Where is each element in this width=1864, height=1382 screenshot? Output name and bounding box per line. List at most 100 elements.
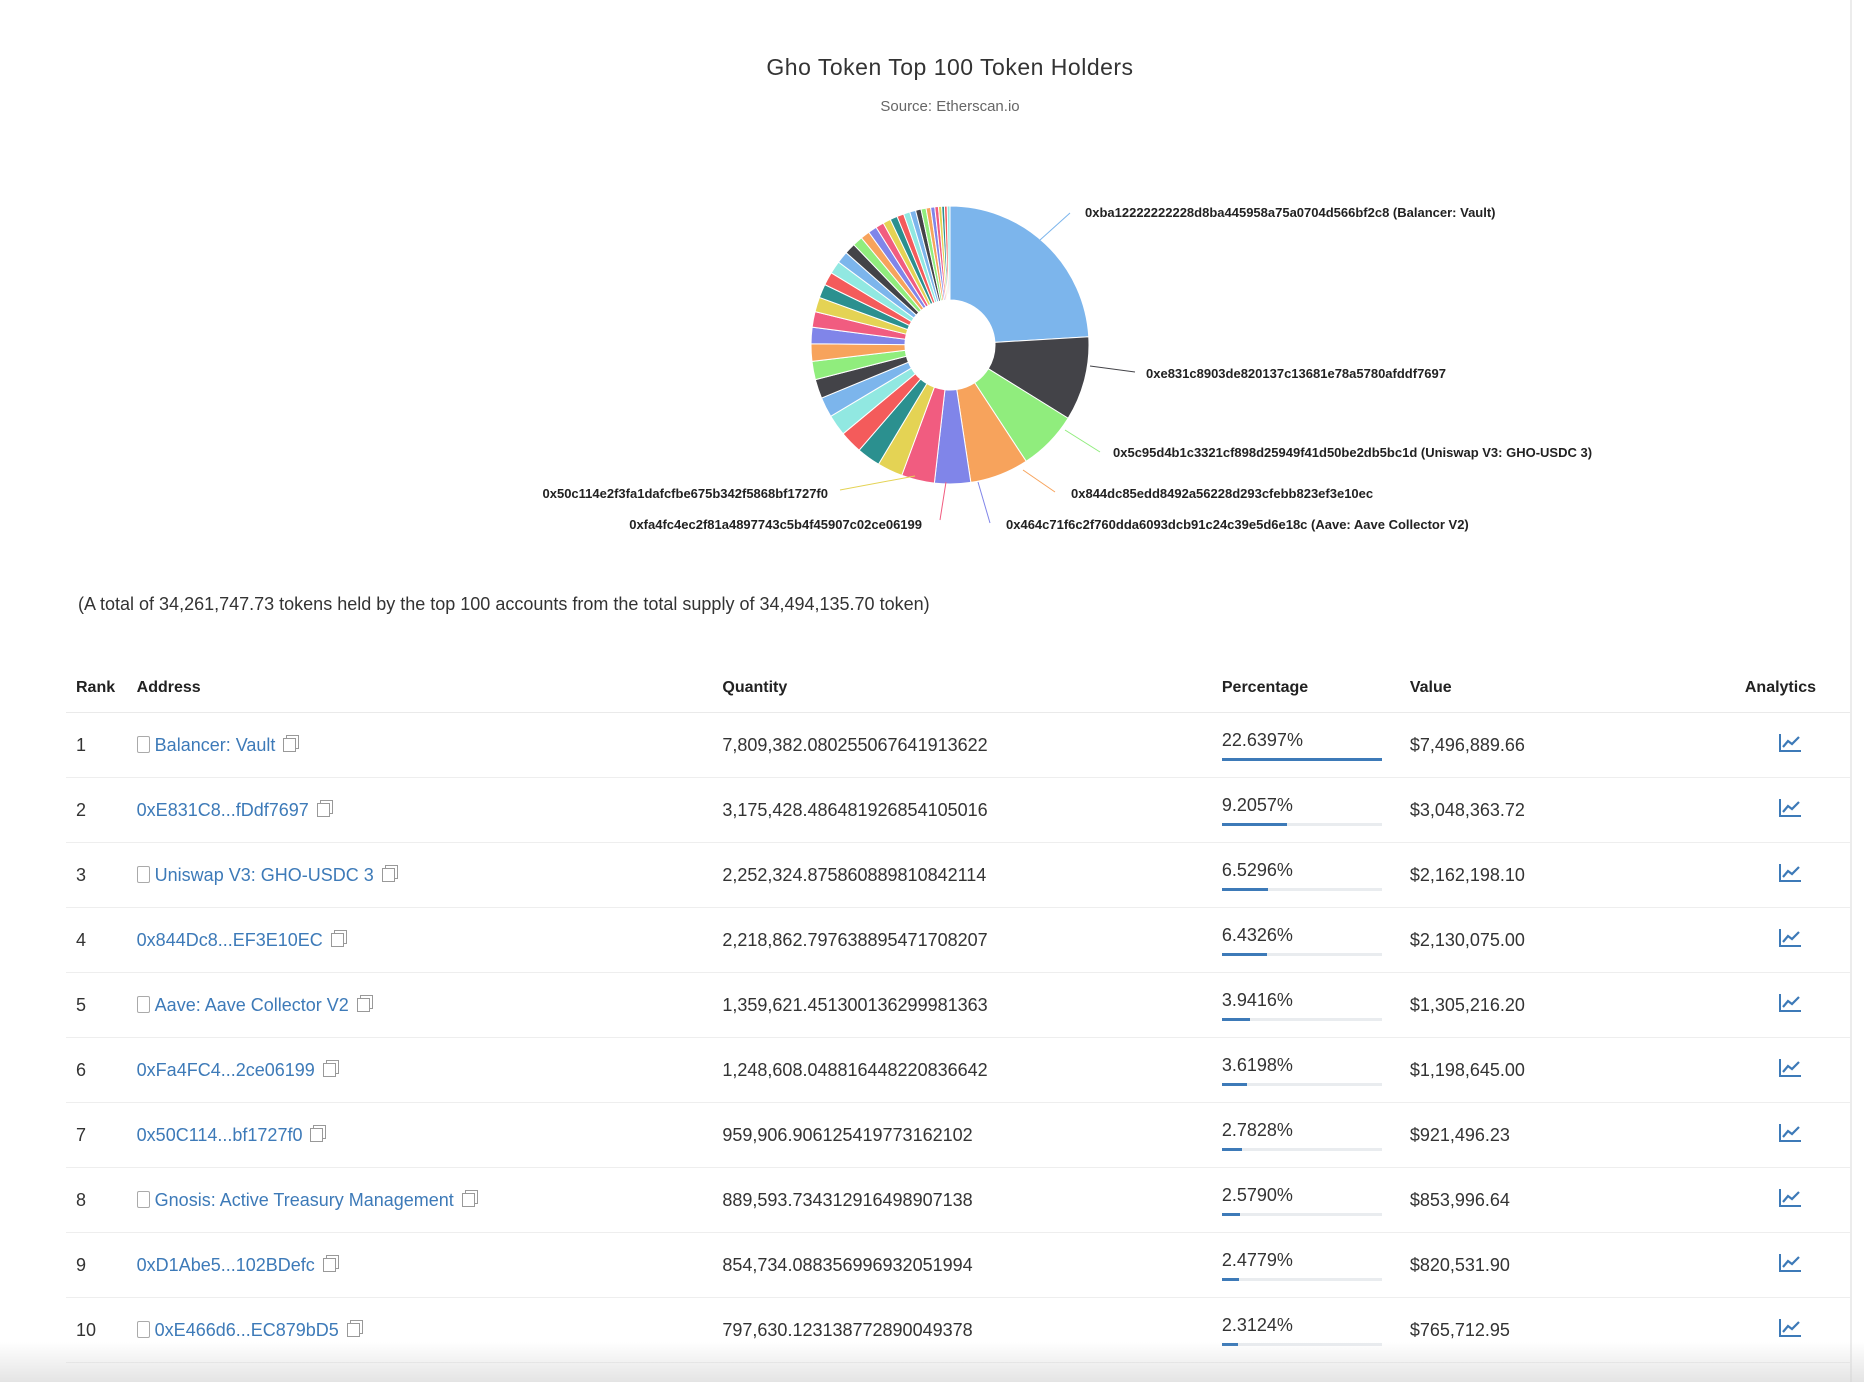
- address-link[interactable]: Gnosis: Active Treasury Management: [155, 1190, 454, 1210]
- contract-icon: [136, 865, 150, 883]
- table-header: Rank Address Quantity Percentage Value Analyt…: [66, 664, 1852, 713]
- analytics-chart-icon[interactable]: [1778, 1188, 1802, 1208]
- address-link[interactable]: 0xE831C8...fDdf7697: [137, 800, 309, 820]
- percentage: 2.3124%: [1221, 1314, 1293, 1335]
- analytics-chart-icon[interactable]: [1778, 1058, 1802, 1078]
- analytics-chart-icon[interactable]: [1778, 928, 1802, 948]
- slice-label: 0x5c95d4b1c3321cf898d25949f41d50be2db5bc…: [1113, 445, 1592, 460]
- quantity: 1,359,621.451300136299981363: [712, 972, 1212, 1038]
- rank: 5: [66, 972, 127, 1038]
- quantity: 854,734.088356996932051994: [712, 1232, 1212, 1298]
- quantity: 889,593.734312916498907138: [712, 1167, 1212, 1233]
- rank: 2: [66, 777, 127, 843]
- slice-label: 0xfa4fc4ec2f81a4897743c5b4f45907c02ce061…: [629, 517, 922, 532]
- table-row: 5 Aave: Aave Collector V2 1,359,621.4513…: [66, 972, 1852, 1038]
- slice-label: 0x464c71f6c2f760dda6093dcb91c24c39e5d6e1…: [1006, 517, 1469, 532]
- analytics-chart-icon[interactable]: [1778, 733, 1802, 753]
- value: $853,996.64: [1399, 1167, 1638, 1233]
- label-connector: [1039, 212, 1071, 241]
- address-link[interactable]: 0x844Dc8...EF3E10EC: [137, 930, 323, 950]
- table-row: 8 Gnosis: Active Treasury Management 889…: [66, 1167, 1852, 1233]
- percentage-bar-fill: [1221, 822, 1287, 826]
- table-row: 7 0x50C114...bf1727f0 959,906.9061254197…: [66, 1102, 1852, 1168]
- address-link[interactable]: Aave: Aave Collector V2: [155, 995, 349, 1015]
- analytics-chart-icon[interactable]: [1778, 863, 1802, 883]
- label-connector: [1022, 469, 1056, 493]
- label-connector: [1089, 365, 1136, 373]
- rank: 7: [66, 1102, 127, 1168]
- percentage: 3.6198%: [1221, 1054, 1293, 1075]
- value: $820,531.90: [1399, 1232, 1638, 1298]
- percentage: 3.9416%: [1221, 989, 1293, 1010]
- copy-icon[interactable]: [346, 1322, 360, 1337]
- copy-icon[interactable]: [461, 1192, 475, 1207]
- copy-icon[interactable]: [381, 867, 395, 882]
- value: $3,048,363.72: [1399, 777, 1638, 843]
- percentage-bar-fill: [1221, 1212, 1241, 1216]
- value: $7,496,889.66: [1399, 712, 1638, 778]
- address-link[interactable]: 0xFa4FC4...2ce06199: [137, 1060, 315, 1080]
- rank: 4: [66, 907, 127, 973]
- copy-icon[interactable]: [283, 737, 297, 752]
- percentage-bar: [1221, 1147, 1382, 1151]
- column-header: Analytics: [1637, 664, 1852, 713]
- contract-icon: [136, 735, 150, 753]
- table-row: 6 0xFa4FC4...2ce06199 1,248,608.04881644…: [66, 1037, 1852, 1103]
- rank: 6: [66, 1037, 127, 1103]
- percentage-bar-fill: [1221, 952, 1268, 956]
- percentage-bar: [1221, 952, 1382, 956]
- scrollbar[interactable]: [1850, 0, 1852, 1382]
- analytics-chart-icon[interactable]: [1778, 1253, 1802, 1273]
- column-header: Percentage: [1211, 664, 1400, 713]
- analytics-chart-icon[interactable]: [1778, 993, 1802, 1013]
- address-link[interactable]: Uniswap V3: GHO-USDC 3: [155, 865, 374, 885]
- analytics-chart-icon[interactable]: [1778, 798, 1802, 818]
- pie-slice[interactable]: [949, 205, 1090, 343]
- analytics-chart-icon[interactable]: [1778, 1318, 1802, 1338]
- analytics-chart-icon[interactable]: [1778, 1123, 1802, 1143]
- address-link[interactable]: 0xE466d6...EC879bD5: [155, 1320, 339, 1340]
- percentage: 6.5296%: [1221, 859, 1293, 880]
- copy-icon[interactable]: [322, 1257, 336, 1272]
- quantity: 2,218,862.797638895471708207: [712, 907, 1212, 973]
- percentage: 6.4326%: [1221, 924, 1293, 945]
- rank: 1: [66, 712, 127, 778]
- percentage-bar-fill: [1221, 1147, 1242, 1151]
- label-connector: [977, 481, 991, 524]
- percentage: 2.4779%: [1221, 1249, 1293, 1270]
- table-row: 2 0xE831C8...fDdf7697 3,175,428.48648192…: [66, 777, 1852, 843]
- table-row: 9 0xD1Abe5...102BDefc 854,734.0883569969…: [66, 1232, 1852, 1298]
- slice-label: 0xe831c8903de820137c13681e78a5780afddf76…: [1146, 366, 1446, 381]
- column-header: Quantity: [712, 664, 1212, 713]
- rank: 8: [66, 1167, 127, 1233]
- copy-icon[interactable]: [330, 932, 344, 947]
- quantity: 7,809,382.080255067641913622: [712, 712, 1212, 778]
- copy-icon[interactable]: [310, 1127, 324, 1142]
- percentage-bar: [1221, 887, 1382, 891]
- copy-icon[interactable]: [316, 802, 330, 817]
- slice-label: 0x50c114e2f3fa1dafcfbe675b342f5868bf1727…: [543, 486, 828, 501]
- percentage-bar: [1221, 1017, 1382, 1021]
- contract-icon: [136, 1190, 150, 1208]
- table-row: 1 Balancer: Vault 7,809,382.080255067641…: [66, 712, 1852, 778]
- copy-icon[interactable]: [356, 997, 370, 1012]
- address-link[interactable]: 0x50C114...bf1727f0: [137, 1125, 303, 1145]
- contract-icon: [136, 995, 150, 1013]
- value: $921,496.23: [1399, 1102, 1638, 1168]
- percentage-bar: [1221, 1082, 1382, 1086]
- value: $1,198,645.00: [1399, 1037, 1638, 1103]
- address-link[interactable]: Balancer: Vault: [155, 735, 276, 755]
- percentage-bar-fill: [1221, 887, 1269, 891]
- percentage: 9.2057%: [1221, 794, 1293, 815]
- quantity: 2,252,324.875860889810842114: [712, 842, 1212, 908]
- column-header: Address: [126, 664, 713, 713]
- rank: 3: [66, 842, 127, 908]
- percentage-bar: [1221, 1212, 1382, 1216]
- percentage-bar-fill: [1221, 757, 1382, 761]
- percentage-bar-fill: [1221, 1277, 1240, 1281]
- holders-table: Rank Address Quantity Percentage Value Analyt…: [66, 664, 1852, 1363]
- pie-chart: 0xba12222222228d8ba445958a75a0704d566bf2…: [543, 205, 1593, 532]
- copy-icon[interactable]: [322, 1062, 336, 1077]
- total-summary: (A total of 34,261,747.73 tokens held by…: [78, 594, 930, 614]
- address-link[interactable]: 0xD1Abe5...102BDefc: [137, 1255, 315, 1275]
